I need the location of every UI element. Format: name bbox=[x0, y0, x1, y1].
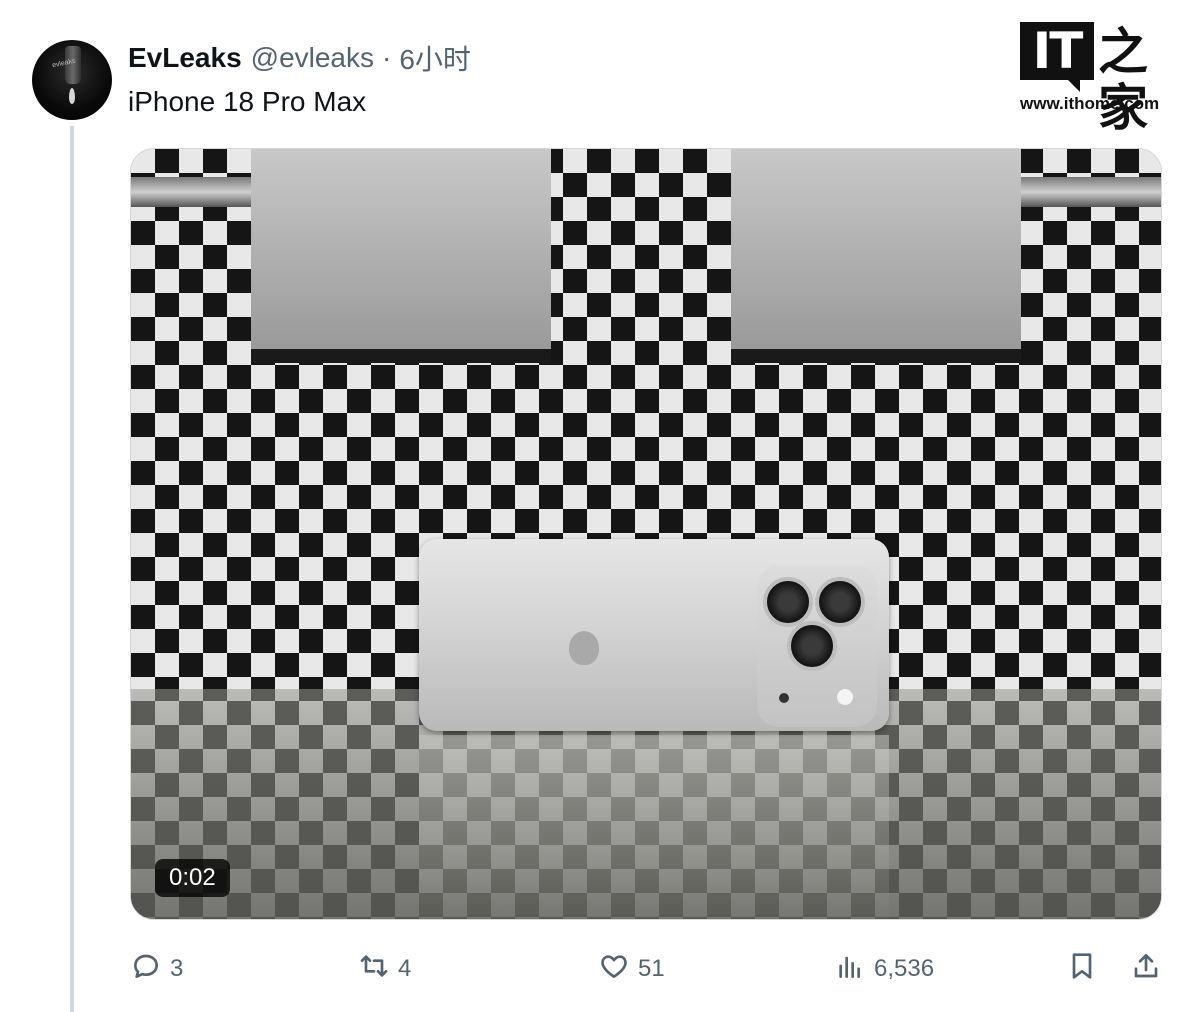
ithome-logo-cn: 之家 bbox=[1098, 23, 1148, 137]
avatar-drip bbox=[69, 88, 75, 104]
camera-mic bbox=[779, 693, 789, 703]
retweet-icon bbox=[358, 950, 390, 989]
ithome-logo-it: IT bbox=[1020, 22, 1094, 80]
avatar[interactable]: evleaks bbox=[32, 40, 112, 120]
video-rig-rod-right bbox=[1011, 177, 1161, 207]
retweet-button[interactable]: 4 bbox=[358, 944, 411, 994]
author-name[interactable]: EvLeaks bbox=[128, 42, 242, 74]
ithome-url: www.ithome.com bbox=[1020, 94, 1160, 113]
ithome-logo-tail bbox=[1066, 78, 1080, 92]
views-icon bbox=[834, 950, 866, 989]
reply-icon bbox=[130, 950, 162, 989]
camera-plateau bbox=[757, 565, 877, 727]
video-player[interactable]: 0:02 bbox=[130, 148, 1162, 920]
camera-lens bbox=[787, 621, 837, 671]
tweet-timestamp[interactable]: 6小时 bbox=[399, 38, 471, 78]
video-duration-badge: 0:02 bbox=[155, 859, 230, 897]
tweet-header: EvLeaks @evleaks · 6小时 bbox=[128, 40, 471, 76]
phone-reflection bbox=[419, 735, 889, 919]
apple-logo bbox=[569, 631, 599, 665]
views-button[interactable]: 6,536 bbox=[834, 944, 934, 994]
retweet-count: 4 bbox=[398, 955, 412, 982]
share-button[interactable] bbox=[1130, 944, 1162, 994]
views-count: 6,536 bbox=[874, 955, 935, 982]
camera-lens bbox=[815, 577, 865, 627]
video-rig-rod-left bbox=[131, 177, 261, 207]
author-handle[interactable]: @evleaks bbox=[251, 42, 374, 74]
share-icon bbox=[1130, 950, 1162, 989]
action-bar: 3 4 51 6,536 bbox=[128, 944, 1168, 994]
separator-dot: · bbox=[382, 42, 392, 73]
thread-line bbox=[70, 126, 74, 1012]
tweet-text: iPhone 18 Pro Max bbox=[128, 86, 367, 117]
bookmark-button[interactable] bbox=[1066, 944, 1098, 994]
video-rig-left bbox=[251, 149, 551, 363]
like-button[interactable]: 51 bbox=[598, 944, 665, 994]
like-icon bbox=[598, 950, 630, 989]
camera-lens bbox=[763, 577, 813, 627]
camera-flash bbox=[837, 689, 853, 705]
reply-button[interactable]: 3 bbox=[130, 944, 183, 994]
reply-count: 3 bbox=[170, 955, 184, 982]
video-rig-right bbox=[731, 149, 1021, 363]
phone-image bbox=[419, 539, 889, 731]
ithome-watermark: IT 之家 www.ithome.com bbox=[1018, 22, 1178, 136]
like-count: 51 bbox=[638, 955, 665, 982]
bookmark-icon bbox=[1066, 950, 1098, 989]
